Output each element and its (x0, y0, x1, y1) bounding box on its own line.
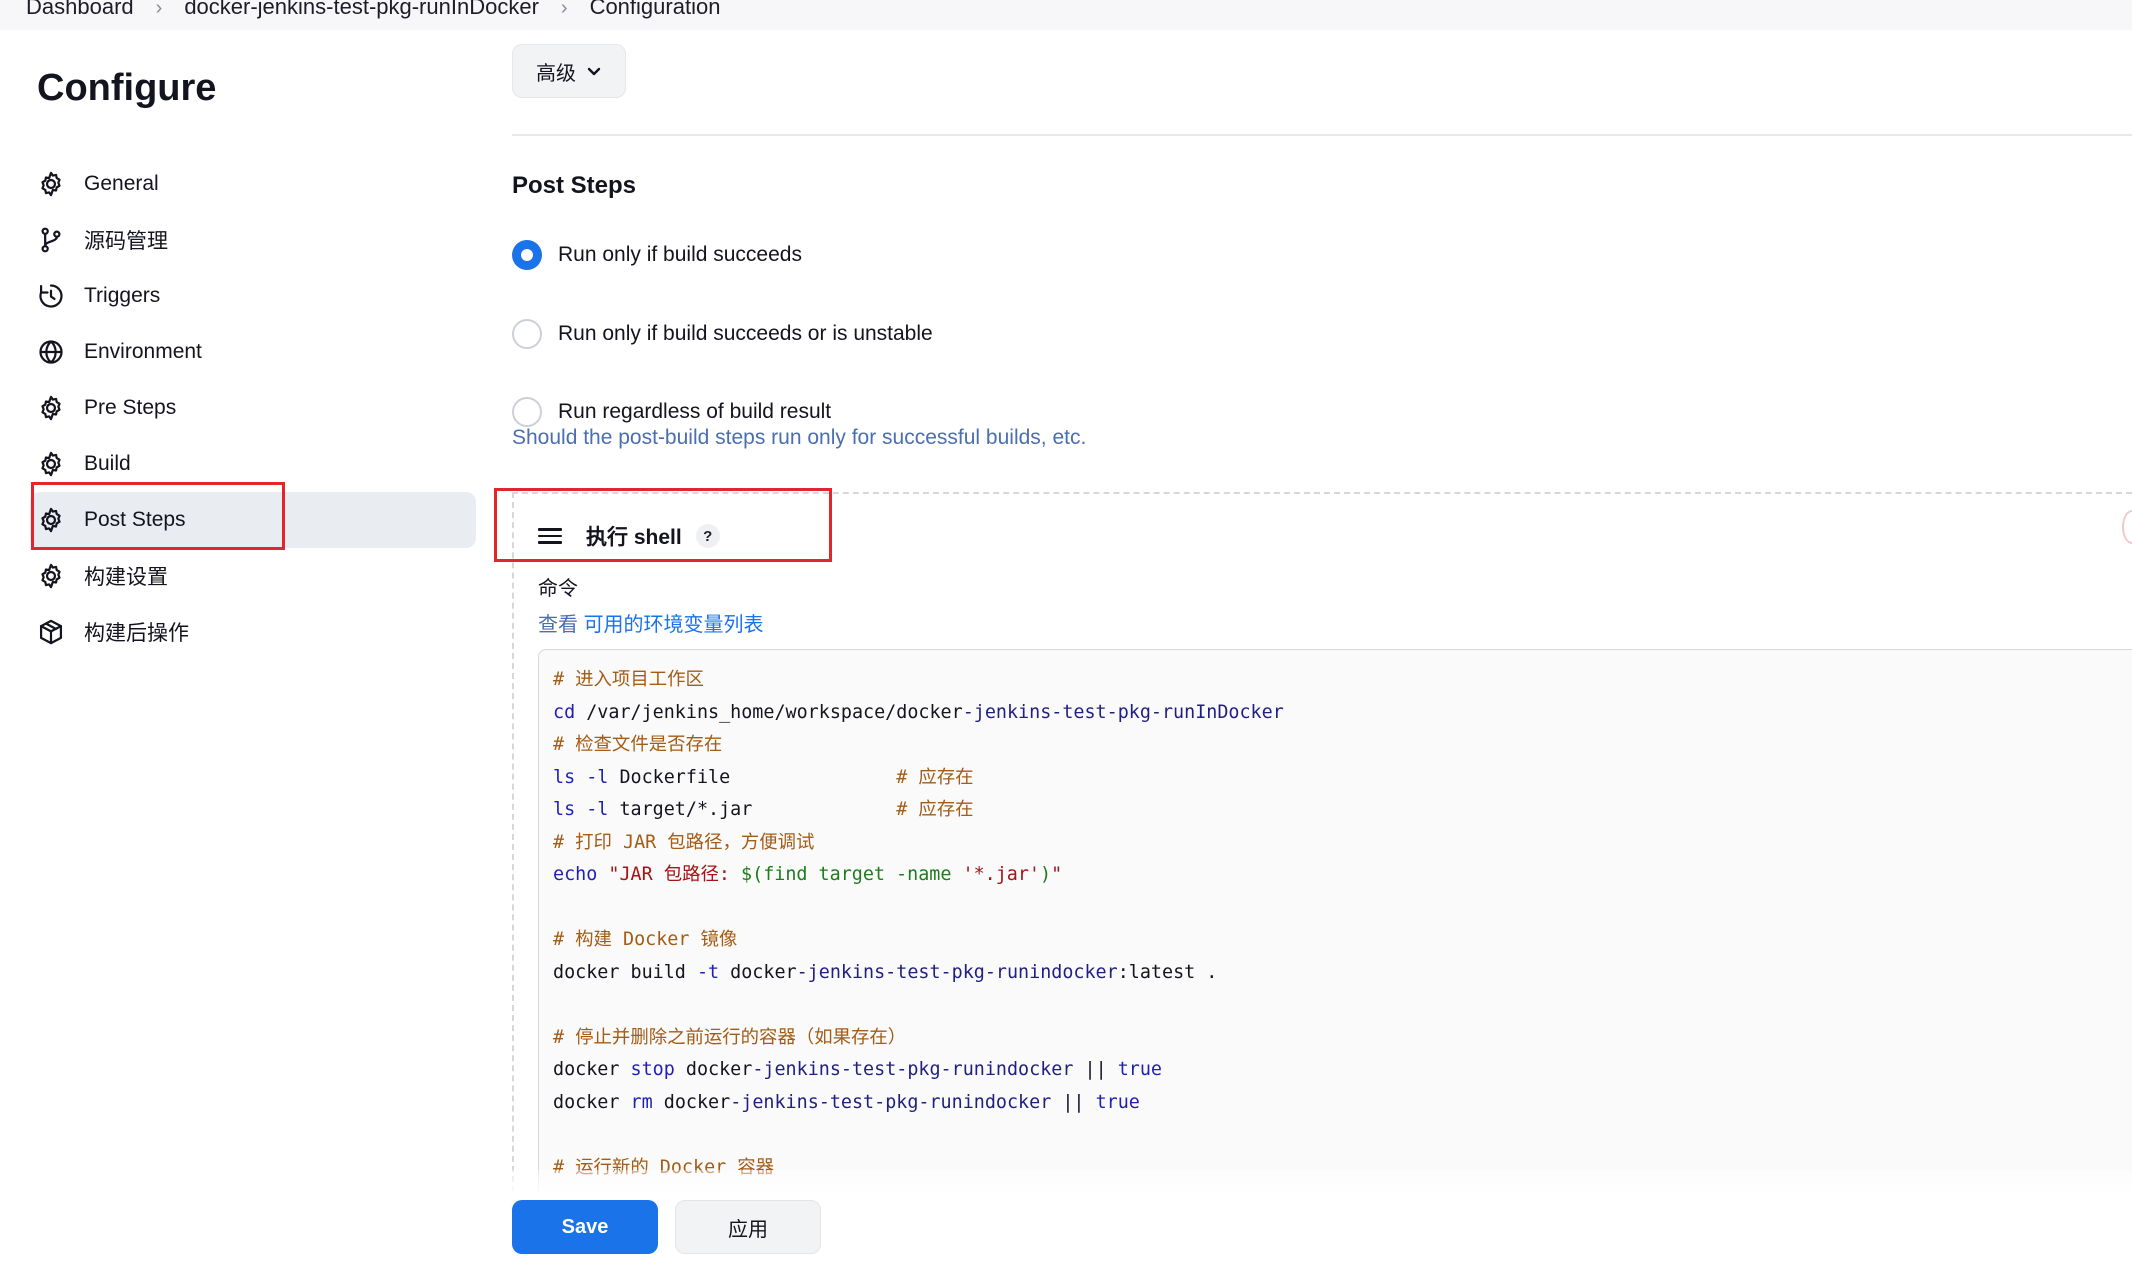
sidebar-item-label: Post Steps (84, 508, 186, 531)
main-content: 高级 Post Steps Run only if build succeeds… (512, 0, 2132, 1261)
gear-icon (36, 393, 66, 423)
advanced-button[interactable]: 高级 (512, 44, 626, 98)
code-line: cd /var/jenkins_home/workspace/docker-je… (553, 701, 1284, 723)
sidebar-item-triggers[interactable]: Triggers (30, 268, 476, 324)
sidebar-item-label: Triggers (84, 284, 161, 307)
code-line: ls -l Dockerfile # 应存在 (553, 766, 974, 788)
radio-button[interactable] (512, 319, 542, 349)
post-steps-help-text: Should the post-build steps run only for… (512, 426, 1087, 449)
sidebar-item-post-build-actions[interactable]: 构建后操作 (30, 604, 476, 660)
globe-icon (36, 337, 66, 367)
breadcrumb-job[interactable]: docker-jenkins-test-pkg-runInDocker (184, 0, 539, 20)
radio-run-if-succeeds[interactable]: Run only if build succeeds (512, 240, 802, 270)
radio-button[interactable] (512, 397, 542, 427)
sidebar-item-build-settings[interactable]: 构建设置 (30, 548, 476, 604)
apply-button[interactable]: 应用 (675, 1200, 821, 1254)
env-vars-link[interactable]: 可用的环境变量列表 (584, 614, 764, 636)
sidebar-item-label: 构建后操作 (84, 622, 189, 645)
command-editor[interactable]: # 进入项目工作区 cd /var/jenkins_home/workspace… (538, 649, 2132, 1209)
radio-label: Run only if build succeeds (558, 243, 802, 266)
gear-icon (36, 561, 66, 591)
chevron-right-icon: › (155, 0, 163, 19)
code-line: echo "JAR 包路径: $(find target -name '*.ja… (553, 864, 1063, 885)
sidebar-item-post-steps[interactable]: Post Steps (30, 492, 476, 548)
code-line: # 停止并删除之前运行的容器（如果存在） (553, 1026, 907, 1048)
code-line: docker rm docker-jenkins-test-pkg-runind… (553, 1091, 1140, 1113)
radio-label: Run regardless of build result (558, 400, 832, 423)
code-line: ls -l target/*.jar # 应存在 (553, 799, 974, 820)
code-line: # 构建 Docker 镜像 (553, 929, 738, 950)
sidebar-item-label: Build (84, 452, 131, 475)
sidebar-item-label: 构建设置 (84, 566, 168, 589)
shell-step-panel: 执行 shell ? 命令 查看 可用的环境变量列表 # 进入项目工作区 cd … (512, 492, 2132, 1209)
save-button[interactable]: Save (512, 1200, 658, 1254)
drag-handle-icon[interactable] (538, 526, 562, 546)
advanced-label: 高级 (536, 62, 576, 85)
sidebar-item-label: Environment (84, 340, 202, 363)
sidebar-item-label: General (84, 172, 159, 195)
code-line: # 打印 JAR 包路径，方便调试 (553, 831, 815, 853)
sidebar-item-label: 源码管理 (84, 230, 168, 253)
sidebar: Configure General 源码管理 Triggers Environm… (0, 30, 480, 1261)
command-label: 命令 (538, 578, 578, 600)
gear-icon (36, 449, 66, 479)
sidebar-nav: General 源码管理 Triggers Environment Pre St… (30, 156, 476, 660)
sidebar-item-source-control[interactable]: 源码管理 (30, 212, 476, 268)
radio-run-regardless[interactable]: Run regardless of build result (512, 397, 831, 427)
post-steps-title: Post Steps (512, 172, 637, 199)
radio-label: Run only if build succeeds or is unstabl… (558, 322, 933, 345)
sidebar-item-general[interactable]: General (30, 156, 476, 212)
sidebar-item-build[interactable]: Build (30, 436, 476, 492)
sidebar-item-label: Pre Steps (84, 396, 177, 419)
clock-icon (36, 281, 66, 311)
shell-step-title: 执行 shell (586, 526, 682, 549)
sidebar-item-environment[interactable]: Environment (30, 324, 476, 380)
cube-icon (36, 617, 66, 647)
code-line: # 进入项目工作区 (553, 669, 704, 690)
delete-step-button[interactable] (2122, 510, 2132, 544)
code-line: docker stop docker-jenkins-test-pkg-runi… (553, 1059, 1163, 1080)
breadcrumb-dashboard[interactable]: Dashboard (26, 0, 134, 20)
shell-step-header: 执行 shell ? (538, 516, 720, 556)
chevron-down-icon (587, 67, 601, 76)
env-vars-link-row: 查看 可用的环境变量列表 (538, 608, 764, 637)
sidebar-item-pre-steps[interactable]: Pre Steps (30, 380, 476, 436)
page-title: Configure (37, 67, 217, 109)
branch-icon (36, 225, 66, 255)
code-line: # 检查文件是否存在 (553, 734, 723, 755)
radio-button-checked[interactable] (512, 240, 542, 270)
code-line: docker build -t docker-jenkins-test-pkg-… (553, 961, 1218, 983)
radio-run-if-succeeds-or-unstable[interactable]: Run only if build succeeds or is unstabl… (512, 319, 933, 349)
help-icon[interactable]: ? (695, 524, 720, 548)
section-divider (512, 134, 2132, 136)
gear-icon (36, 505, 66, 535)
gear-icon (36, 169, 66, 199)
env-vars-prefix: 查看 (538, 614, 584, 636)
